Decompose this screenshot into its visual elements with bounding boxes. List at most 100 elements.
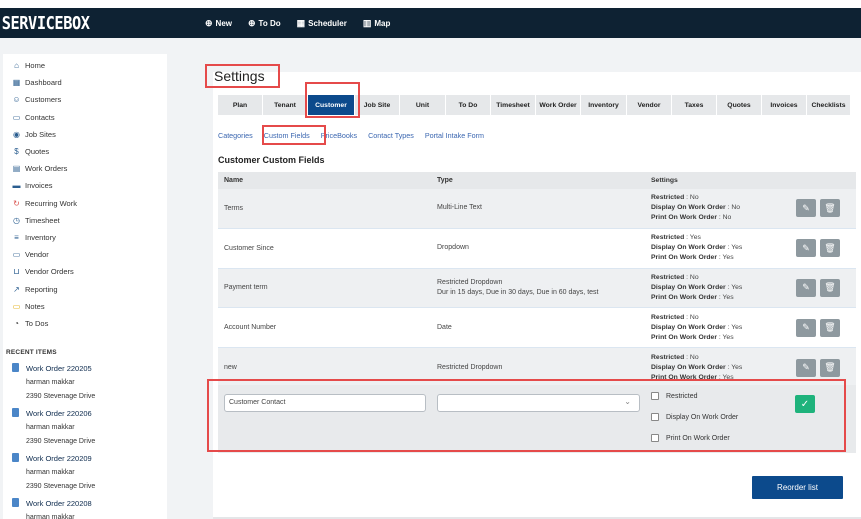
sidebar-item-label: Notes bbox=[25, 301, 45, 311]
table-row: new Restricted Dropdown Restricted : No … bbox=[218, 348, 856, 388]
checkbox-box[interactable] bbox=[651, 413, 659, 421]
map-button[interactable]: ▥ Map bbox=[363, 18, 391, 29]
table-row: Account Number Date Restricted : No Disp… bbox=[218, 308, 856, 349]
tab-work-order[interactable]: Work Order bbox=[536, 95, 581, 115]
tab-quotes[interactable]: Quotes bbox=[717, 95, 762, 115]
edit-button[interactable]: ✎ bbox=[796, 199, 816, 218]
table-row: Customer Since Dropdown Restricted : Yes… bbox=[218, 229, 856, 269]
display-on-work-order-checkbox[interactable]: Display On Work Order bbox=[651, 413, 738, 421]
pencil-icon: ✎ bbox=[802, 242, 810, 253]
field-type-select[interactable]: ⌄ bbox=[437, 394, 640, 412]
todo-button[interactable]: ⊕ To Do bbox=[248, 18, 281, 29]
setting-label: Print On Work Order bbox=[651, 214, 717, 222]
subtab-contact-types[interactable]: Contact Types bbox=[368, 131, 414, 140]
scheduler-button[interactable]: ▦ Scheduler bbox=[297, 18, 347, 29]
invoice-icon: ▬ bbox=[12, 181, 21, 191]
sidebar-item-customers[interactable]: ☺ Customers bbox=[3, 91, 167, 108]
dashboard-icon: ▦ bbox=[12, 78, 21, 88]
restricted-checkbox[interactable]: Restricted bbox=[651, 392, 698, 400]
edit-button[interactable]: ✎ bbox=[796, 278, 816, 297]
setting-value: Yes bbox=[722, 373, 734, 381]
truck-icon: ▭ bbox=[12, 250, 21, 260]
sidebar-item-recurring-work[interactable]: ↻ Recurring Work bbox=[3, 195, 167, 212]
edit-button[interactable]: ✎ bbox=[796, 358, 816, 377]
plus-circle-icon: ⊕ bbox=[248, 17, 256, 28]
document-icon bbox=[12, 498, 19, 507]
edit-button[interactable]: ✎ bbox=[796, 239, 816, 258]
tab-to-do[interactable]: To Do bbox=[446, 95, 491, 115]
tab-inventory[interactable]: Inventory bbox=[581, 95, 627, 115]
checkbox-box[interactable] bbox=[651, 392, 659, 400]
delete-button[interactable]: 🗑 bbox=[820, 239, 840, 258]
delete-button[interactable]: 🗑 bbox=[820, 199, 840, 218]
document-icon bbox=[12, 363, 19, 372]
document-icon: ▤ bbox=[12, 164, 21, 174]
recent-item[interactable]: Work Order 220208 harman makkar bbox=[6, 497, 167, 519]
recent-item[interactable]: Work Order 220205 harman makkar 2390 Ste… bbox=[6, 362, 167, 404]
subtab-pricebooks[interactable]: PriceBooks bbox=[321, 131, 357, 140]
reorder-list-button[interactable]: Reorder list bbox=[752, 476, 843, 499]
recent-item-title[interactable]: Work Order 220205 bbox=[26, 362, 167, 376]
tab-job-site[interactable]: Job Site bbox=[355, 95, 400, 115]
checkbox-box[interactable] bbox=[651, 434, 659, 442]
sidebar-item-timesheet[interactable]: ◷ Timesheet bbox=[3, 212, 167, 229]
note-icon: ▭ bbox=[12, 301, 21, 311]
setting-label: Print On Work Order bbox=[651, 254, 717, 262]
recent-item[interactable]: Work Order 220209 harman makkar 2390 Ste… bbox=[6, 452, 167, 494]
sidebar-item-to-dos[interactable]: ◔ To Dos bbox=[3, 315, 167, 332]
setting-value: Yes bbox=[722, 333, 734, 341]
print-on-work-order-checkbox[interactable]: Print On Work Order bbox=[651, 434, 730, 442]
setting-label: Restricted bbox=[651, 313, 685, 321]
sidebar-item-reporting[interactable]: ↗ Reporting bbox=[3, 280, 167, 297]
recent-item-title[interactable]: Work Order 220206 bbox=[26, 407, 167, 421]
edit-button[interactable]: ✎ bbox=[796, 318, 816, 337]
map-icon: ▥ bbox=[362, 17, 372, 28]
setting-label: Print On Work Order bbox=[651, 373, 717, 381]
sidebar-item-invoices[interactable]: ▬ Invoices bbox=[3, 177, 167, 194]
sidebar-item-home[interactable]: ⌂ Home bbox=[3, 57, 167, 74]
setting-value: No bbox=[689, 353, 699, 361]
subtab-categories[interactable]: Categories bbox=[218, 131, 253, 140]
tab-tenant[interactable]: Tenant bbox=[263, 95, 308, 115]
delete-button[interactable]: 🗑 bbox=[820, 278, 840, 297]
sidebar-item-inventory[interactable]: ≡ Inventory bbox=[3, 229, 167, 246]
subtab-portal-intake-form[interactable]: Portal Intake Form bbox=[425, 131, 484, 140]
scheduler-label: Scheduler bbox=[308, 18, 347, 28]
tab-customer[interactable]: Customer bbox=[308, 95, 355, 115]
sidebar-item-contacts[interactable]: ▭ Contacts bbox=[3, 109, 167, 126]
sidebar-item-quotes[interactable]: $ Quotes bbox=[3, 143, 167, 160]
header-name: Name bbox=[224, 177, 244, 184]
tab-taxes[interactable]: Taxes bbox=[672, 95, 717, 115]
delete-button[interactable]: 🗑 bbox=[820, 318, 840, 337]
recent-item[interactable]: Work Order 220206 harman makkar 2390 Ste… bbox=[6, 407, 167, 449]
field-type: Multi-Line Text bbox=[437, 204, 483, 212]
setting-label: Print On Work Order bbox=[651, 333, 717, 341]
recent-item-address: 2390 Stevenage Drive bbox=[26, 483, 96, 490]
tab-timesheet[interactable]: Timesheet bbox=[491, 95, 536, 115]
app-logo[interactable]: SERVICEBOX bbox=[0, 13, 174, 34]
save-field-button[interactable]: ✓ bbox=[795, 395, 815, 413]
tab-unit[interactable]: Unit bbox=[400, 95, 446, 115]
recent-item-title[interactable]: Work Order 220208 bbox=[26, 497, 167, 511]
field-name-input[interactable]: Customer Contact bbox=[224, 394, 426, 412]
list-icon: ≡ bbox=[14, 232, 19, 242]
subtab-custom-fields[interactable]: Custom Fields bbox=[264, 131, 310, 140]
location-icon: ◉ bbox=[13, 129, 20, 139]
sidebar-item-dashboard[interactable]: ▦ Dashboard bbox=[3, 74, 167, 91]
recent-item-title[interactable]: Work Order 220209 bbox=[26, 452, 167, 466]
new-button[interactable]: ⊕ New bbox=[205, 18, 232, 29]
tab-plan[interactable]: Plan bbox=[218, 95, 263, 115]
sidebar-item-vendor-orders[interactable]: ⊔ Vendor Orders bbox=[3, 263, 167, 280]
chart-line-icon: ↗ bbox=[13, 284, 20, 294]
sidebar-item-label: Quotes bbox=[25, 147, 50, 157]
sidebar-item-work-orders[interactable]: ▤ Work Orders bbox=[3, 160, 167, 177]
tab-checklists[interactable]: Checklists bbox=[807, 95, 851, 115]
recent-item-customer: harman makkar bbox=[26, 469, 75, 476]
sidebar-item-job-sites[interactable]: ◉ Job Sites bbox=[3, 126, 167, 143]
tab-vendor[interactable]: Vendor bbox=[627, 95, 672, 115]
tab-invoices[interactable]: Invoices bbox=[762, 95, 807, 115]
delete-button[interactable]: 🗑 bbox=[820, 358, 840, 377]
field-name: Customer Since bbox=[224, 244, 274, 252]
sidebar-item-vendor[interactable]: ▭ Vendor bbox=[3, 246, 167, 263]
sidebar-item-notes[interactable]: ▭ Notes bbox=[3, 298, 167, 315]
